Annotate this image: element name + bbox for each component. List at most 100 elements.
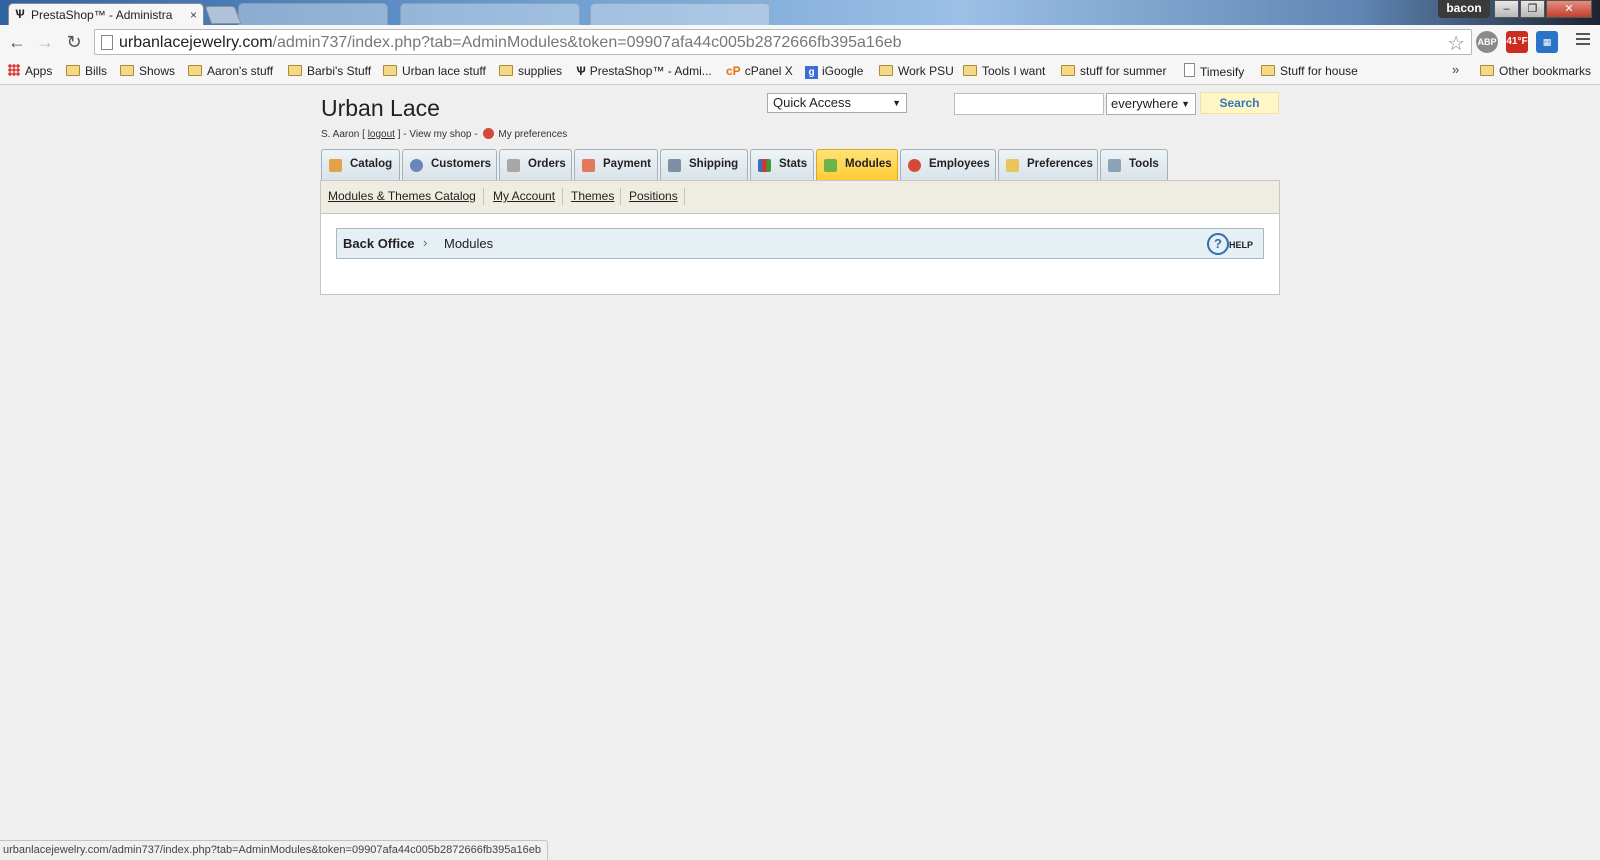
bookmark-page[interactable]: Timesify — [1184, 63, 1244, 80]
back-icon[interactable]: ← — [6, 31, 28, 53]
breadcrumb-current: Modules — [444, 236, 494, 251]
folder-icon — [1061, 65, 1075, 76]
preferences-icon — [1006, 159, 1019, 172]
bookmarks-bar: Apps Bills Shows Aaron's stuff Barbi's S… — [0, 59, 1600, 85]
tab-orders[interactable]: Orders — [499, 149, 572, 180]
page-icon — [1184, 63, 1195, 77]
adblock-extension-icon[interactable]: ABP — [1476, 31, 1498, 53]
bookmark-apps[interactable]: Apps — [8, 63, 52, 79]
tab-close-icon[interactable]: × — [190, 4, 197, 25]
folder-icon — [120, 65, 134, 76]
search-input[interactable] — [954, 93, 1104, 115]
bookmark-star-icon[interactable]: ☆ — [1447, 31, 1465, 56]
folder-icon — [66, 65, 80, 76]
help-label: HELP — [1228, 240, 1253, 250]
puzzle-icon — [824, 159, 837, 172]
subnav-divider — [684, 188, 685, 205]
quick-access-select[interactable]: Quick Access ▼ — [767, 93, 907, 113]
minimize-button[interactable]: – — [1494, 0, 1519, 18]
new-tab-button[interactable] — [204, 6, 242, 24]
browser-tab-active[interactable]: Ѱ PrestaShop™ - Administra × — [8, 3, 204, 25]
address-url: urbanlacejewelry.com/admin737/index.php?… — [119, 34, 902, 51]
bookmark-folder[interactable]: Bills — [66, 63, 107, 79]
search-scope-value: everywhere — [1111, 96, 1179, 111]
catalog-icon — [329, 159, 342, 172]
customers-icon — [410, 159, 423, 172]
browser-tab-title: PrestaShop™ - Administra — [31, 8, 173, 22]
bookmark-other[interactable]: Other bookmarks — [1480, 63, 1591, 79]
folder-icon — [288, 65, 302, 76]
search-button[interactable]: Search — [1200, 92, 1279, 114]
browser-tab-inactive[interactable] — [238, 3, 388, 25]
bookmark-cpanel[interactable]: cP cPanel X — [726, 63, 793, 79]
close-window-button[interactable]: ✕ — [1546, 0, 1592, 18]
wrench-icon — [1108, 159, 1121, 172]
browser-tab-inactive[interactable] — [400, 3, 580, 25]
user-name: S. Aaron [ — [321, 129, 365, 140]
profile-badge[interactable]: bacon — [1438, 0, 1490, 18]
restore-button[interactable]: ❐ — [1520, 0, 1545, 18]
folder-icon — [383, 65, 397, 76]
bookmark-folder[interactable]: Work PSU — [879, 63, 954, 79]
tab-stats[interactable]: Stats — [750, 149, 814, 180]
bookmark-folder[interactable]: supplies — [499, 63, 562, 79]
weather-extension-icon[interactable]: 41°F — [1506, 31, 1528, 53]
bookmark-folder[interactable]: Urban lace stuff — [383, 63, 486, 79]
tab-tools[interactable]: Tools — [1100, 149, 1168, 180]
stats-chart-icon — [758, 159, 771, 172]
browser-tab-inactive[interactable] — [590, 3, 770, 25]
cart-icon — [507, 159, 520, 172]
folder-icon — [963, 65, 977, 76]
browser-tab-strip: Ѱ PrestaShop™ - Administra × bacon – ❐ ✕ — [0, 0, 1600, 25]
subnav-modules-themes-catalog[interactable]: Modules & Themes Catalog — [328, 189, 476, 203]
search-scope-select[interactable]: everywhere ▼ — [1106, 93, 1196, 115]
quick-access-label: Quick Access — [773, 95, 852, 110]
view-shop-link[interactable]: ] - View my shop - — [398, 129, 478, 140]
subnav-divider — [620, 188, 621, 205]
bookmark-folder[interactable]: Stuff for house — [1261, 63, 1358, 79]
folder-icon — [499, 65, 513, 76]
bookmark-folder[interactable]: Aaron's stuff — [188, 63, 273, 79]
dropdown-arrow-icon: ▼ — [892, 98, 901, 108]
tab-modules[interactable]: Modules — [816, 149, 898, 180]
browser-menu-icon[interactable] — [1576, 33, 1590, 48]
tab-payment[interactable]: Payment — [574, 149, 658, 180]
sub-navigation: Modules & Themes Catalog My Account Them… — [321, 181, 1279, 214]
subnav-my-account[interactable]: My Account — [493, 189, 555, 203]
reload-icon[interactable]: ↻ — [63, 31, 85, 53]
forward-icon[interactable]: → — [34, 31, 56, 53]
bookmark-folder[interactable]: Tools I want — [963, 63, 1045, 79]
bookmark-folder[interactable]: stuff for summer — [1061, 63, 1166, 79]
folder-icon — [1261, 65, 1275, 76]
tab-preferences[interactable]: Preferences — [998, 149, 1098, 180]
tab-employees[interactable]: Employees — [900, 149, 996, 180]
bookmark-igoogle[interactable]: g iGoogle — [805, 63, 863, 79]
prestashop-icon: Ѱ — [576, 64, 586, 78]
chevron-right-icon: › — [423, 235, 428, 250]
logout-link[interactable]: logout — [368, 129, 395, 140]
dropdown-arrow-icon: ▼ — [1179, 94, 1190, 114]
status-bar-url: urbanlacejewelry.com/admin737/index.php?… — [0, 840, 548, 860]
subnav-positions[interactable]: Positions — [629, 189, 678, 203]
breadcrumb-root[interactable]: Back Office — [343, 236, 415, 251]
address-bar[interactable]: urbanlacejewelry.com/admin737/index.php?… — [94, 29, 1472, 55]
my-preferences-link[interactable]: My preferences — [498, 129, 567, 140]
tab-customers[interactable]: Customers — [402, 149, 497, 180]
subnav-divider — [483, 188, 484, 205]
bookmarks-overflow-icon[interactable]: » — [1452, 62, 1459, 77]
tab-catalog[interactable]: Catalog — [321, 149, 400, 180]
subnav-themes[interactable]: Themes — [571, 189, 614, 203]
calendar-extension-icon[interactable]: ▦ — [1536, 31, 1558, 53]
apps-grid-icon — [8, 64, 20, 76]
employee-icon — [908, 159, 921, 172]
tab-shipping[interactable]: Shipping — [660, 149, 748, 180]
bookmark-prestashop[interactable]: Ѱ PrestaShop™ - Admi... — [576, 63, 712, 79]
google-icon: g — [805, 66, 818, 79]
subnav-divider — [562, 188, 563, 205]
truck-icon — [668, 159, 681, 172]
folder-icon — [1480, 65, 1494, 76]
bookmark-folder[interactable]: Barbi's Stuff — [288, 63, 371, 79]
bookmark-folder[interactable]: Shows — [120, 63, 175, 79]
shop-title: Urban Lace — [321, 95, 440, 121]
prestashop-favicon-icon: Ѱ — [15, 7, 25, 21]
